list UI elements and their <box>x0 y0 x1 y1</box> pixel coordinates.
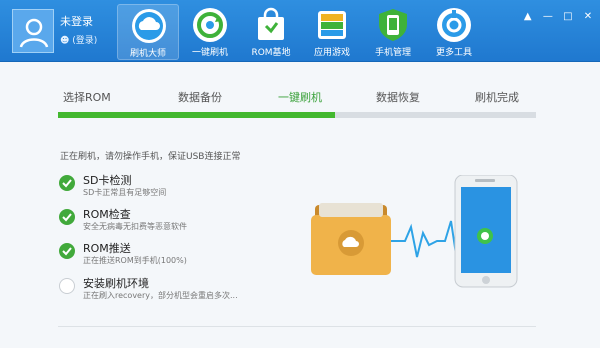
app-grid-icon <box>318 11 346 39</box>
window-controls: ▲ — □ ✕ <box>519 4 594 22</box>
nav-rom-base[interactable]: ROM基地 <box>240 4 302 60</box>
top-bar: 未登录 ☻ (登录) 刷机大师 一键刷机 ROM基地 应用游戏 手机管理 更多工… <box>0 0 600 62</box>
step-data-backup: 数据备份 <box>178 91 222 104</box>
avatar[interactable] <box>12 9 54 53</box>
cloud-folder-icon <box>311 203 391 275</box>
nav-phone-management[interactable]: 手机管理 <box>362 4 424 60</box>
phone-manage-icon <box>379 9 407 41</box>
tools-icon <box>437 8 471 42</box>
check-env-title: 安装刷机环境 <box>83 277 149 290</box>
nav-more-tools[interactable]: 更多工具 <box>423 4 485 60</box>
maximize-icon[interactable]: □ <box>562 11 574 23</box>
shopping-bag-icon <box>258 7 284 40</box>
login-link[interactable]: ☻ (登录) <box>60 33 97 46</box>
check-sd-done-icon <box>59 175 75 191</box>
refresh-icon <box>193 8 227 42</box>
step-flash-complete: 刷机完成 <box>475 91 519 104</box>
nav-label: 刷机大师 <box>129 49 166 59</box>
check-push-subtitle: 正在推送ROM到手机(100%) <box>83 256 187 265</box>
check-rom-title: ROM检查 <box>83 208 131 221</box>
bottom-divider <box>58 326 536 327</box>
check-sd-title: SD卡检测 <box>83 174 132 187</box>
username: 未登录 <box>60 15 93 28</box>
user-icon <box>19 18 49 48</box>
nav-label: ROM基地 <box>251 48 291 58</box>
nav-label: 手机管理 <box>374 48 411 58</box>
step-progress-fill <box>58 112 336 118</box>
flash-illustration <box>311 175 518 288</box>
step-select-rom: 选择ROM <box>63 91 111 104</box>
status-message: 正在刷机，请勿操作手机，保证USB连接正常 <box>60 152 241 162</box>
close-icon[interactable]: ✕ <box>582 11 594 23</box>
check-push-done-icon <box>59 243 75 259</box>
check-rom-done-icon <box>59 209 75 225</box>
check-rom-subtitle: 安全无病毒无扣费等恶意软件 <box>83 222 187 231</box>
nav-flash-master[interactable]: 刷机大师 <box>117 4 179 60</box>
smartphone-icon <box>454 175 518 288</box>
check-push-title: ROM推送 <box>83 242 131 255</box>
minimize-icon[interactable]: — <box>542 11 554 23</box>
nav-apps-games[interactable]: 应用游戏 <box>301 4 363 60</box>
user-panel[interactable]: 未登录 ☻ (登录) <box>12 9 120 53</box>
nav-label: 一键刷机 <box>191 48 228 58</box>
login-link-label: (登录) <box>72 36 98 46</box>
step-one-click-flash: 一键刷机 <box>278 91 322 104</box>
check-env-subtitle: 正在刷入recovery，部分机型会重启多次... <box>83 291 238 300</box>
nav-label: 更多工具 <box>435 48 472 58</box>
cloud-icon <box>132 9 166 43</box>
check-env-pending-icon <box>59 278 75 294</box>
check-sd-subtitle: SD卡正常且有足够空间 <box>83 188 167 197</box>
step-progress-track <box>58 112 536 118</box>
skin-icon[interactable]: ▲ <box>522 11 534 23</box>
step-data-restore: 数据恢复 <box>376 91 420 104</box>
nav-label: 应用游戏 <box>313 48 350 58</box>
nav-one-click-flash[interactable]: 一键刷机 <box>179 4 241 60</box>
user-small-icon: ☻ <box>60 36 70 46</box>
